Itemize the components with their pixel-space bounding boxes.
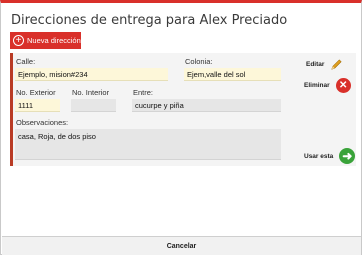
use-this-button[interactable]: Usar esta ➜ <box>304 148 356 164</box>
delivery-address-dialog: Direcciones de entrega para Alex Preciad… <box>0 0 362 255</box>
new-address-button[interactable]: + Nueva dirección <box>10 32 81 49</box>
dialog-title: Direcciones de entrega para Alex Preciad… <box>11 13 288 28</box>
edit-button[interactable]: Editar <box>306 58 343 71</box>
delete-x-icon: ✕ <box>335 78 351 93</box>
street-label: Calle: <box>16 57 36 66</box>
use-this-label: Usar esta <box>304 152 334 160</box>
new-address-label: Nueva dirección <box>27 36 81 45</box>
plus-icon: + <box>13 35 24 46</box>
between-label: Entre: <box>133 88 154 97</box>
pencil-icon <box>331 59 342 70</box>
edit-label: Editar <box>306 61 325 68</box>
between-field[interactable]: cucurpe y piña <box>132 99 281 112</box>
delete-label: Eliminar <box>304 82 330 89</box>
street-field[interactable]: Ejemplo, mision#234 <box>15 68 168 81</box>
exterior-label: No. Exterior <box>16 88 56 97</box>
colonia-field[interactable]: Ejem,valle del sol <box>184 68 281 81</box>
arrow-right-icon: ➜ <box>339 148 356 164</box>
cancel-label: Cancelar <box>166 243 197 250</box>
notes-label: Observaciones: <box>16 118 69 127</box>
cancel-button[interactable]: Cancelar <box>2 236 361 255</box>
interior-field[interactable] <box>71 99 116 112</box>
delete-button[interactable]: Eliminar ✕ <box>304 78 351 93</box>
exterior-field[interactable]: 1111 <box>15 99 60 112</box>
notes-field[interactable]: casa, Roja, de dos piso <box>15 129 281 160</box>
interior-label: No. Interior <box>72 88 110 97</box>
colonia-label: Colonia: <box>185 57 213 66</box>
